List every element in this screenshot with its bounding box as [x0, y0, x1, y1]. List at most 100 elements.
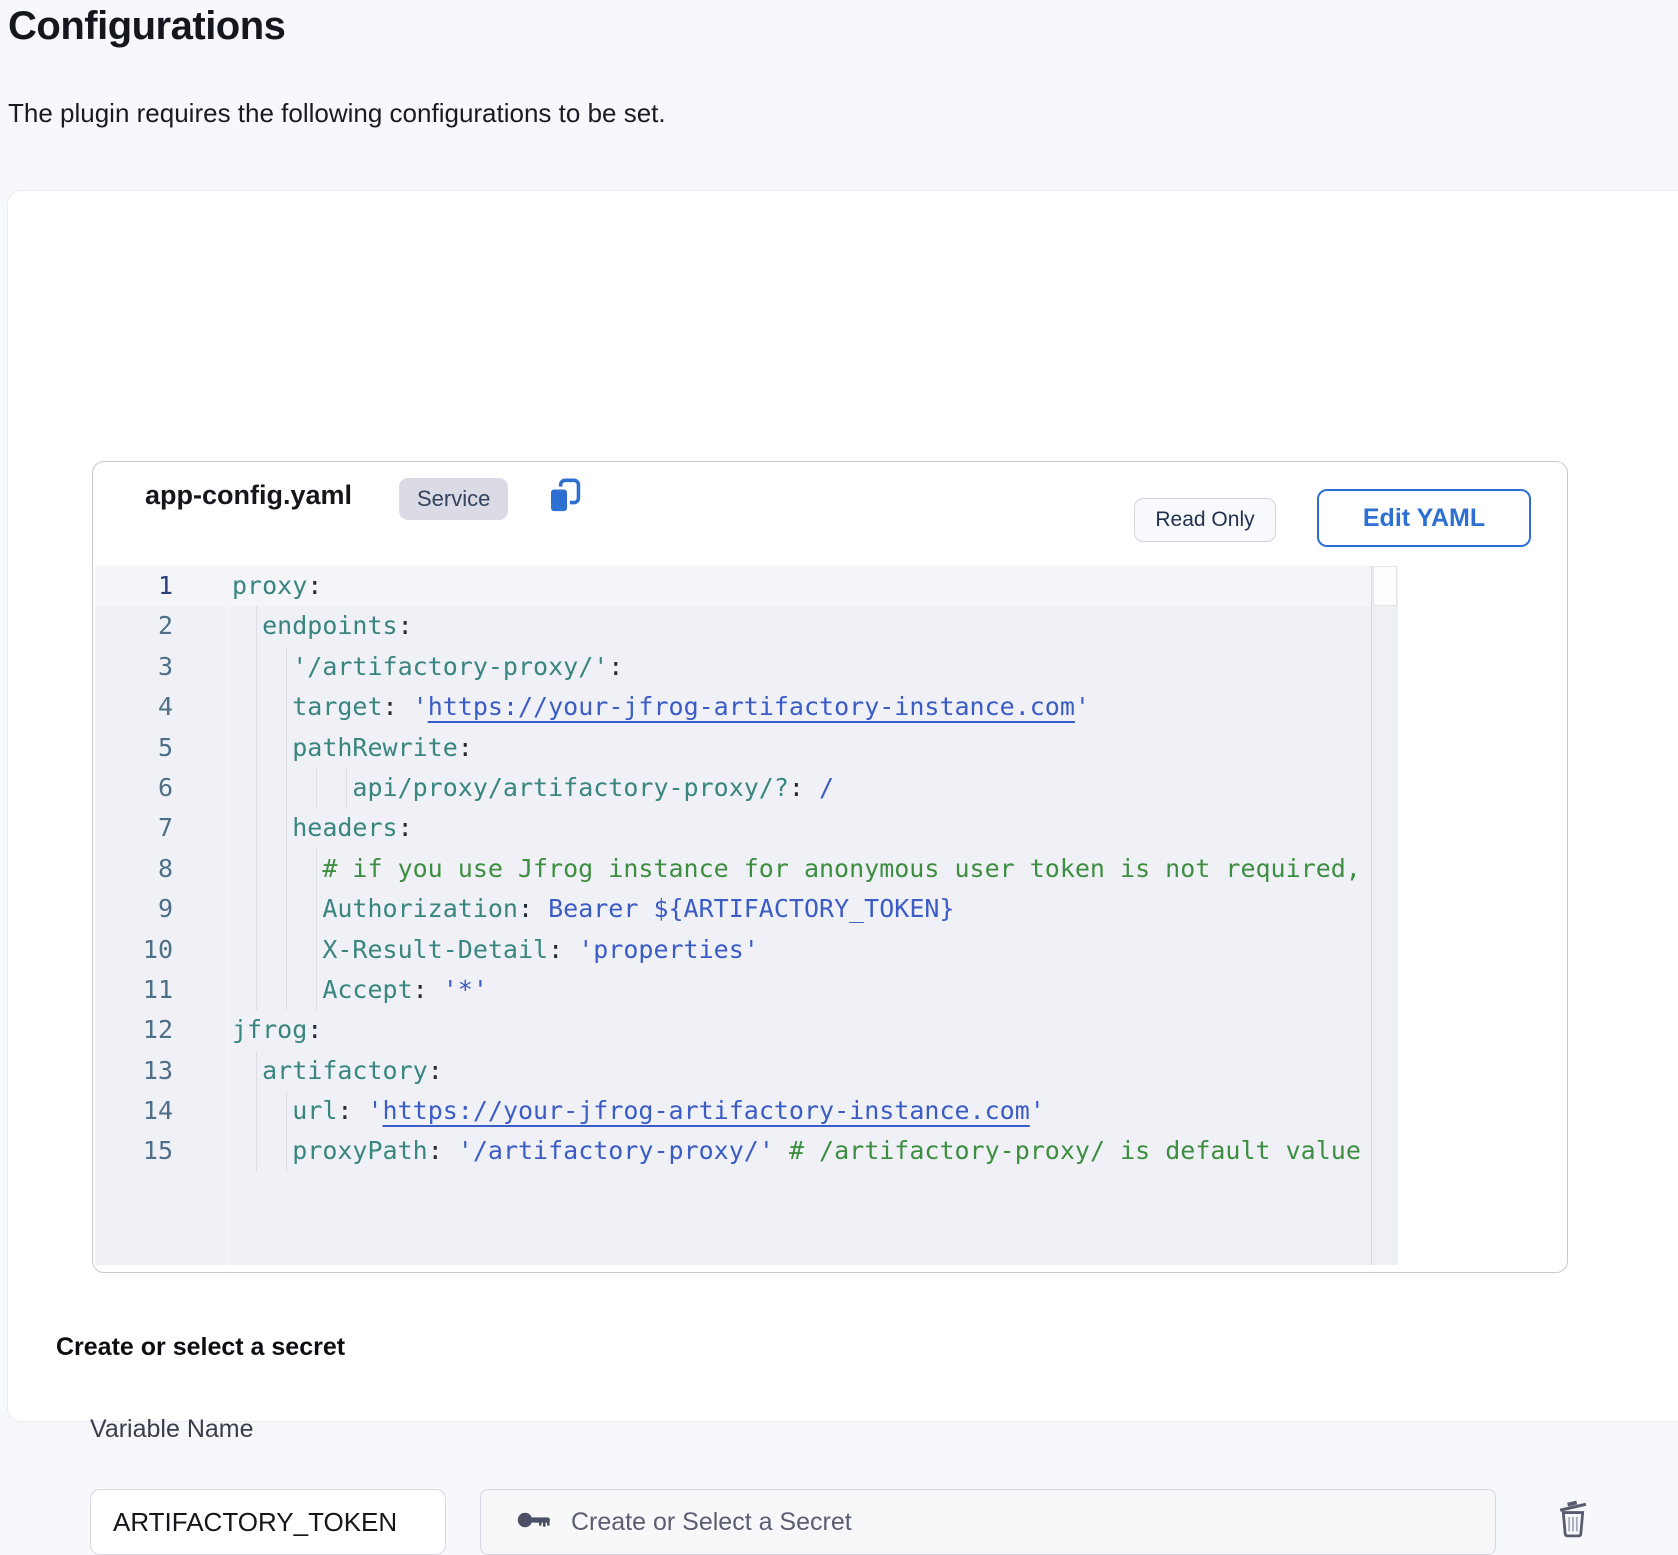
code-text: jfrog: [232, 1010, 322, 1050]
code-token: : [428, 1136, 458, 1165]
code-text: target: 'https://your-jfrog-artifactory-… [232, 687, 1090, 727]
code-token [774, 1136, 789, 1165]
code-text: proxyPath: '/artifactory-proxy/' # /arti… [232, 1131, 1361, 1171]
read-only-button[interactable]: Read Only [1134, 498, 1276, 542]
code-token: X-Result-Detail [322, 935, 548, 964]
code-text: '/artifactory-proxy/': [232, 647, 623, 687]
code-line-6: 6 api/proxy/artifactory-proxy/?: / [95, 768, 1398, 808]
code-link[interactable]: https://your-jfrog-artifactory-instance.… [428, 692, 1075, 721]
code-token: ' [1030, 1096, 1045, 1125]
code-token: : [413, 975, 443, 1004]
line-number: 2 [95, 606, 173, 646]
code-text: headers: [232, 808, 413, 848]
code-token: : [307, 1015, 322, 1044]
secret-select-placeholder: Create or Select a Secret [571, 1508, 852, 1537]
code-line-4: 4 target: 'https://your-jfrog-artifactor… [95, 687, 1398, 727]
code-token: # /artifactory-proxy/ is default value [789, 1136, 1361, 1165]
code-token: '/artifactory-proxy/' [292, 652, 608, 681]
code-token: '/artifactory-proxy/' [458, 1136, 774, 1165]
code-token: ' [1075, 692, 1090, 721]
code-line-9: 9 Authorization: Bearer ${ARTIFACTORY_TO… [95, 889, 1398, 929]
line-number: 8 [95, 849, 173, 889]
secret-select-field[interactable]: Create or Select a Secret [480, 1489, 1496, 1555]
code-line-1: 1 proxy: [95, 566, 1398, 606]
file-name: app-config.yaml [145, 480, 352, 511]
code-token: url [292, 1096, 337, 1125]
code-text: artifactory: [232, 1051, 443, 1091]
code-line-15: 15 proxyPath: '/artifactory-proxy/' # /a… [95, 1131, 1398, 1171]
page-subtitle: The plugin requires the following config… [8, 98, 666, 129]
code-line-10: 10 X-Result-Detail: 'properties' [95, 930, 1398, 970]
line-number: 7 [95, 808, 173, 848]
key-icon [517, 1509, 553, 1536]
code-token: jfrog [232, 1015, 307, 1044]
delete-secret-button[interactable] [1550, 1495, 1596, 1545]
copy-button[interactable] [541, 476, 587, 520]
variable-name-input[interactable] [90, 1489, 446, 1555]
page-title: Configurations [8, 4, 285, 49]
code-text: Accept: '*' [232, 970, 488, 1010]
code-token: : [428, 1056, 443, 1085]
code-token: pathRewrite [292, 733, 458, 762]
code-token: : [398, 813, 413, 842]
code-text: url: 'https://your-jfrog-artifactory-ins… [232, 1091, 1045, 1131]
code-text: pathRewrite: [232, 728, 473, 768]
code-link[interactable]: https://your-jfrog-artifactory-instance.… [383, 1096, 1030, 1125]
code-line-14: 14 url: 'https://your-jfrog-artifactory-… [95, 1091, 1398, 1131]
line-number: 13 [95, 1051, 173, 1091]
secret-section-heading: Create or select a secret [56, 1333, 345, 1362]
code-text: X-Result-Detail: 'properties' [232, 930, 759, 970]
code-line-3: 3 '/artifactory-proxy/': [95, 647, 1398, 687]
line-number: 5 [95, 728, 173, 768]
code-token: '*' [443, 975, 488, 1004]
code-lines: 1proxy:2 endpoints:3 '/artifactory-proxy… [95, 566, 1398, 1172]
code-token: : [307, 571, 322, 600]
code-token: endpoints [262, 611, 397, 640]
service-badge: Service [399, 478, 508, 520]
line-number: 1 [95, 566, 173, 606]
code-text: Authorization: Bearer ${ARTIFACTORY_TOKE… [232, 889, 954, 929]
code-line-12: 12 jfrog: [95, 1010, 1398, 1050]
code-token: api/proxy/artifactory-proxy/? [352, 773, 789, 802]
code-token: ' [413, 692, 428, 721]
code-token: 'properties' [578, 935, 759, 964]
code-scrollbar-track[interactable] [1371, 566, 1398, 1265]
line-number: 3 [95, 647, 173, 687]
code-token: : [383, 692, 413, 721]
code-token: target [292, 692, 382, 721]
yaml-file-card: app-config.yaml Service Read Only Edit Y… [92, 461, 1568, 1273]
code-token: : [337, 1096, 367, 1125]
line-number: 10 [95, 930, 173, 970]
code-token: proxy [232, 571, 307, 600]
line-number: 12 [95, 1010, 173, 1050]
edit-yaml-button[interactable]: Edit YAML [1317, 489, 1531, 547]
code-token: artifactory [262, 1056, 428, 1085]
code-line-2: 2 endpoints: [95, 606, 1398, 646]
code-scrollbar-thumb[interactable] [1373, 566, 1397, 606]
code-text: proxy: [232, 566, 322, 606]
code-token: Accept [322, 975, 412, 1004]
code-token: proxyPath [292, 1136, 427, 1165]
code-token: : [398, 611, 413, 640]
code-token: Bearer ${ARTIFACTORY_TOKEN} [548, 894, 954, 923]
code-token: headers [292, 813, 397, 842]
code-token: : [789, 773, 819, 802]
code-text: endpoints: [232, 606, 413, 646]
code-token: : [608, 652, 623, 681]
code-text: api/proxy/artifactory-proxy/?: / [232, 768, 834, 808]
code-line-8: 8 # if you use Jfrog instance for anonym… [95, 849, 1398, 889]
line-number: 15 [95, 1131, 173, 1171]
line-number: 14 [95, 1091, 173, 1131]
line-number: 11 [95, 970, 173, 1010]
configurations-panel: app-config.yaml Service Read Only Edit Y… [7, 190, 1678, 1422]
code-token: : [458, 733, 473, 762]
code-token: : [548, 935, 578, 964]
code-token: : [518, 894, 548, 923]
code-line-7: 7 headers: [95, 808, 1398, 848]
line-number: 9 [95, 889, 173, 929]
code-line-13: 13 artifactory: [95, 1051, 1398, 1091]
variable-name-label: Variable Name [90, 1415, 254, 1444]
yaml-code-viewer[interactable]: 1proxy:2 endpoints:3 '/artifactory-proxy… [95, 566, 1398, 1265]
copy-icon [544, 505, 584, 520]
code-token: Authorization [322, 894, 518, 923]
